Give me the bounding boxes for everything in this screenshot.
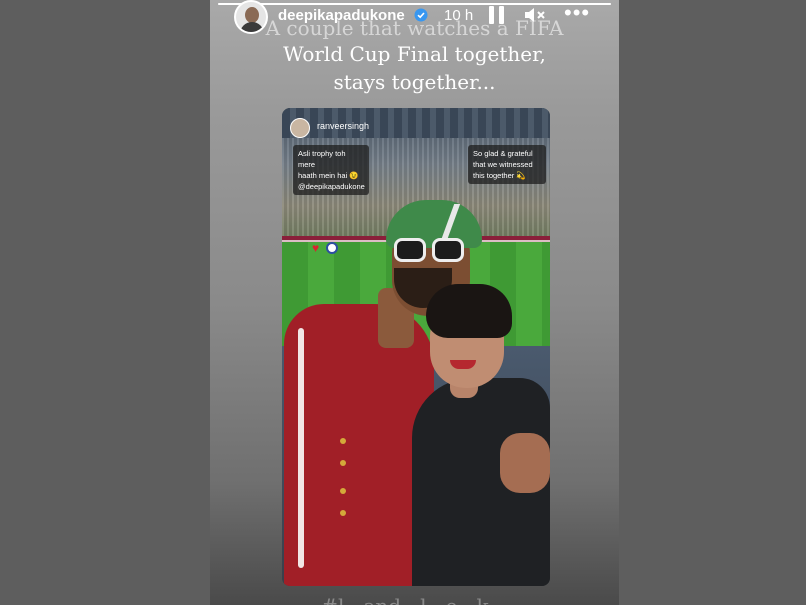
white-sunglasses (394, 238, 466, 264)
story-timestamp: 10 h (444, 7, 474, 24)
story-caption-bottom: #l...and...l...e...k... (210, 592, 619, 605)
story-viewer[interactable]: A couple that watches a FIFA World Cup F… (210, 0, 619, 605)
story-caption-line-3: stays together... (333, 70, 496, 94)
heart-emoji: ♥ (312, 241, 320, 255)
story-username[interactable]: deepikapadukone (278, 7, 405, 24)
profile-avatar[interactable] (234, 0, 268, 34)
repost-username[interactable]: ranveersingh (317, 121, 369, 131)
pause-icon[interactable] (489, 6, 505, 24)
more-options-icon[interactable]: ••• (564, 2, 594, 24)
text-sticker-left: Asli trophy toh mere haath mein hai 😉 @d… (293, 145, 369, 195)
left-backdrop (0, 0, 210, 605)
verified-badge-icon (414, 8, 428, 22)
repost-avatar[interactable] (290, 118, 310, 138)
story-caption-line-2: World Cup Final together, (283, 42, 546, 66)
right-backdrop (619, 0, 806, 605)
evil-eye-emoji (326, 242, 338, 254)
speaker-muted-icon[interactable] (523, 5, 547, 25)
story-header: deepikapadukone 10 h ••• (210, 0, 619, 34)
text-sticker-right: So glad & grateful that we witnessed thi… (468, 145, 546, 184)
reposted-story-photo[interactable]: ranveersingh Asli trophy toh mere haath … (282, 108, 550, 586)
